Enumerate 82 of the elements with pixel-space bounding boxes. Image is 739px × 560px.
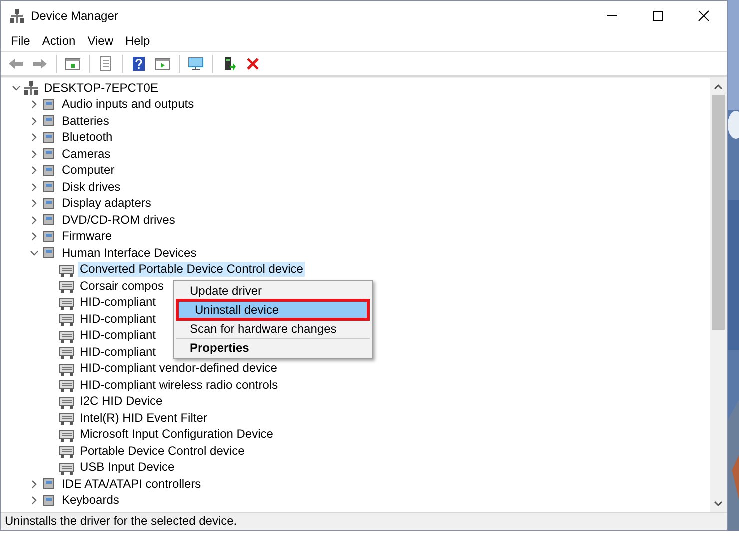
tree-item[interactable]: Batteries [60, 114, 112, 129]
menu-option[interactable]: Uninstall device [179, 302, 367, 318]
menu-item[interactable]: File [5, 33, 36, 49]
collapse-chevron-icon[interactable] [30, 248, 38, 258]
device-icon [41, 114, 57, 128]
device-icon [41, 477, 57, 492]
hid-device-icon [59, 262, 75, 277]
collapse-chevron-icon[interactable] [12, 84, 20, 93]
device-icon [41, 130, 57, 145]
expand-chevron-icon[interactable] [30, 182, 38, 192]
hid-device-icon [59, 312, 75, 326]
tree-item[interactable]: Intel(R) HID Event Filter [78, 410, 210, 426]
tree-item[interactable]: HID-compliant [78, 328, 158, 344]
close-icon[interactable] [698, 10, 710, 22]
device-icon [41, 230, 57, 244]
device-icon [41, 164, 57, 178]
device-icon [41, 246, 57, 260]
hid-device-icon [59, 345, 75, 360]
tree-item[interactable]: Cameras [60, 146, 113, 162]
expand-chevron-icon[interactable] [30, 166, 38, 176]
expand-chevron-icon[interactable] [30, 480, 38, 489]
tree-item[interactable]: Firmware [60, 229, 114, 244]
expand-chevron-icon[interactable] [30, 150, 38, 159]
tree-item[interactable]: HID-compliant [78, 344, 158, 360]
device-icon [41, 494, 57, 508]
scroll-down-icon[interactable] [714, 500, 723, 506]
tree-item[interactable]: Disk drives [60, 180, 123, 195]
tree-item[interactable]: IDE ATA/ATAPI controllers [60, 476, 204, 492]
hid-device-icon [59, 411, 75, 426]
scrollbar[interactable] [710, 78, 727, 512]
computer-icon [23, 81, 39, 96]
tree-item[interactable]: HID-compliant [78, 295, 158, 310]
expand-chevron-icon[interactable] [30, 496, 38, 506]
menu-item[interactable]: Help [120, 33, 156, 49]
hid-device-icon [59, 378, 75, 392]
hid-device-icon [59, 444, 75, 458]
window-title: Device Manager [31, 8, 118, 25]
device-icon [41, 180, 57, 194]
menu-option[interactable]: Properties [174, 340, 372, 356]
menu-option[interactable]: Update driver [174, 283, 372, 299]
menu-item[interactable]: View [82, 33, 120, 49]
device-manager-icon [9, 8, 25, 24]
tree-item[interactable]: HID-compliant [78, 312, 158, 327]
tree-item[interactable]: HID-compliant wireless radio controls [78, 378, 280, 393]
tree-item[interactable]: Converted Portable Device Control device [78, 262, 306, 278]
hid-device-icon [59, 394, 75, 409]
hid-device-icon [59, 279, 75, 294]
status-bar: Uninstalls the driver for the selected device. [1, 512, 727, 530]
tree-item[interactable]: USB Input Device [78, 460, 177, 476]
expand-chevron-icon[interactable] [30, 216, 38, 225]
tree-item[interactable]: Computer [60, 163, 117, 178]
tree-item[interactable]: HID-compliant vendor-defined device [78, 361, 280, 376]
device-icon [41, 196, 57, 211]
tree-item[interactable]: DESKTOP-7EPCT0E [42, 80, 160, 96]
menu-option[interactable]: Scan for hardware changes [174, 321, 372, 337]
device-icon [41, 213, 57, 228]
expand-chevron-icon[interactable] [30, 100, 38, 110]
hid-device-icon [59, 362, 75, 376]
hid-device-icon [59, 296, 75, 310]
tree-item[interactable]: DVD/CD-ROM drives [60, 212, 178, 228]
tree-item[interactable]: Human Interface Devices [60, 246, 199, 261]
hid-device-icon [59, 328, 75, 343]
expand-chevron-icon[interactable] [30, 232, 38, 242]
expand-chevron-icon[interactable] [30, 199, 38, 208]
tree-item[interactable]: I2C HID Device [78, 394, 165, 410]
tree-item[interactable]: Display adapters [60, 196, 154, 212]
device-icon [41, 98, 57, 112]
tree-item[interactable]: Bluetooth [60, 130, 115, 146]
tree-item[interactable]: Keyboards [60, 493, 122, 508]
tree-item[interactable]: Portable Device Control device [78, 444, 247, 459]
expand-chevron-icon[interactable] [30, 133, 38, 142]
menu-item[interactable]: Action [36, 33, 82, 49]
device-icon [41, 147, 57, 162]
tree-item[interactable]: Corsair compos [78, 278, 166, 294]
scroll-up-icon[interactable] [714, 84, 723, 90]
tree-item[interactable]: Microsoft Input Configuration Device [78, 427, 276, 442]
scrollbar-thumb[interactable] [712, 95, 725, 330]
tree-item[interactable]: Audio inputs and outputs [60, 97, 196, 112]
maximize-icon[interactable] [652, 10, 664, 22]
hid-device-icon [59, 428, 75, 442]
hid-device-icon [59, 460, 75, 475]
expand-chevron-icon[interactable] [30, 116, 38, 126]
